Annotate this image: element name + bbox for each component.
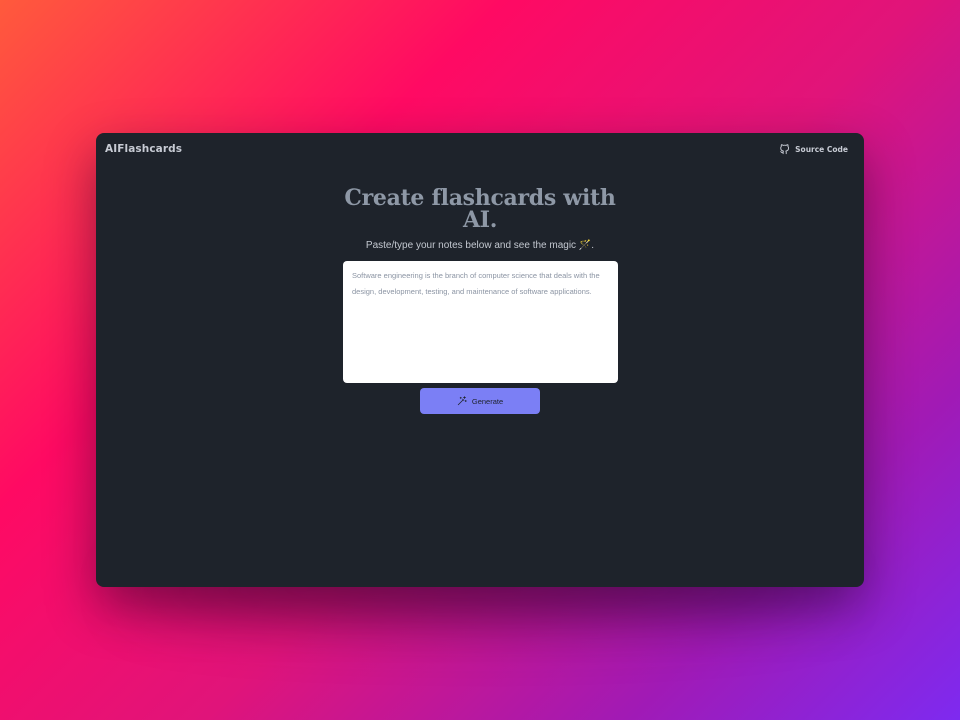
source-code-label: Source Code [795,145,848,154]
generate-button[interactable]: Generate [420,388,540,414]
notes-input-container [343,261,618,383]
github-icon [779,144,790,155]
app-brand[interactable]: AIFlashcards [105,143,182,155]
page-subtitle: Paste/type your notes below and see the … [365,240,595,251]
app-window: AIFlashcards Source Code Create flashcar… [96,133,864,587]
page-title-line-2: AI. [462,207,498,233]
generate-button-label: Generate [471,396,504,406]
source-code-link[interactable]: Source Code [779,144,848,155]
notes-textarea[interactable] [352,268,609,376]
magic-wand-icon [457,396,467,406]
page-title: Create flashcards with AI. [96,187,864,231]
page-title-line-1: Create flashcards with [344,185,616,211]
